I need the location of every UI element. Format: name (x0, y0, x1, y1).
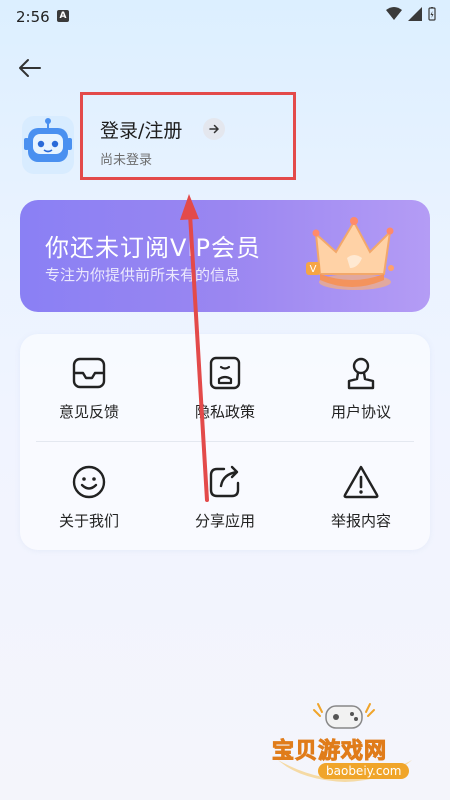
back-arrow-icon[interactable] (14, 52, 46, 84)
robot-avatar-icon (24, 118, 72, 162)
user-agreement-icon (347, 357, 375, 390)
privacy-icon (209, 356, 241, 390)
feedback-icon (72, 357, 106, 389)
menu-label-feedback: 意见反馈 (58, 403, 119, 421)
battery-icon (428, 7, 436, 21)
annotation-highlight-box (80, 92, 296, 180)
status-icons (386, 7, 436, 21)
watermark-text: 宝贝游戏网 (271, 739, 388, 765)
vip-badge-text: V (310, 264, 317, 275)
crown-icon: V (306, 217, 394, 290)
wifi-icon (386, 7, 402, 20)
menu-item-user-agreement[interactable]: 用户协议 (293, 353, 429, 453)
menu-item-share-app[interactable]: 分享应用 (157, 462, 293, 562)
menu-label-report: 举报内容 (330, 512, 391, 530)
watermark-url: baobeiy.com (318, 763, 410, 779)
menu-item-about-us[interactable]: 关于我们 (21, 462, 157, 562)
menu-item-feedback[interactable]: 意见反馈 (21, 353, 157, 453)
menu-label-share-app: 分享应用 (194, 512, 255, 530)
menu-label-about-us: 关于我们 (58, 512, 119, 530)
menu-label-user-agreement: 用户协议 (330, 403, 391, 421)
share-icon (209, 465, 240, 498)
menu-item-privacy[interactable]: 隐私政策 (157, 353, 293, 453)
smile-icon (72, 465, 106, 499)
notification-icon: A (57, 10, 69, 22)
vip-banner-subtitle: 专注为你提供前所未有的信息 (45, 266, 241, 284)
avatar[interactable] (22, 116, 74, 174)
vip-banner-title: 你还未订阅VIP会员 (45, 234, 261, 262)
signal-icon (408, 7, 422, 21)
warning-icon (343, 465, 379, 499)
menu-label-privacy: 隐私政策 (194, 403, 255, 421)
status-time: 2:56 (16, 8, 50, 26)
menu-item-report[interactable]: 举报内容 (293, 462, 429, 562)
